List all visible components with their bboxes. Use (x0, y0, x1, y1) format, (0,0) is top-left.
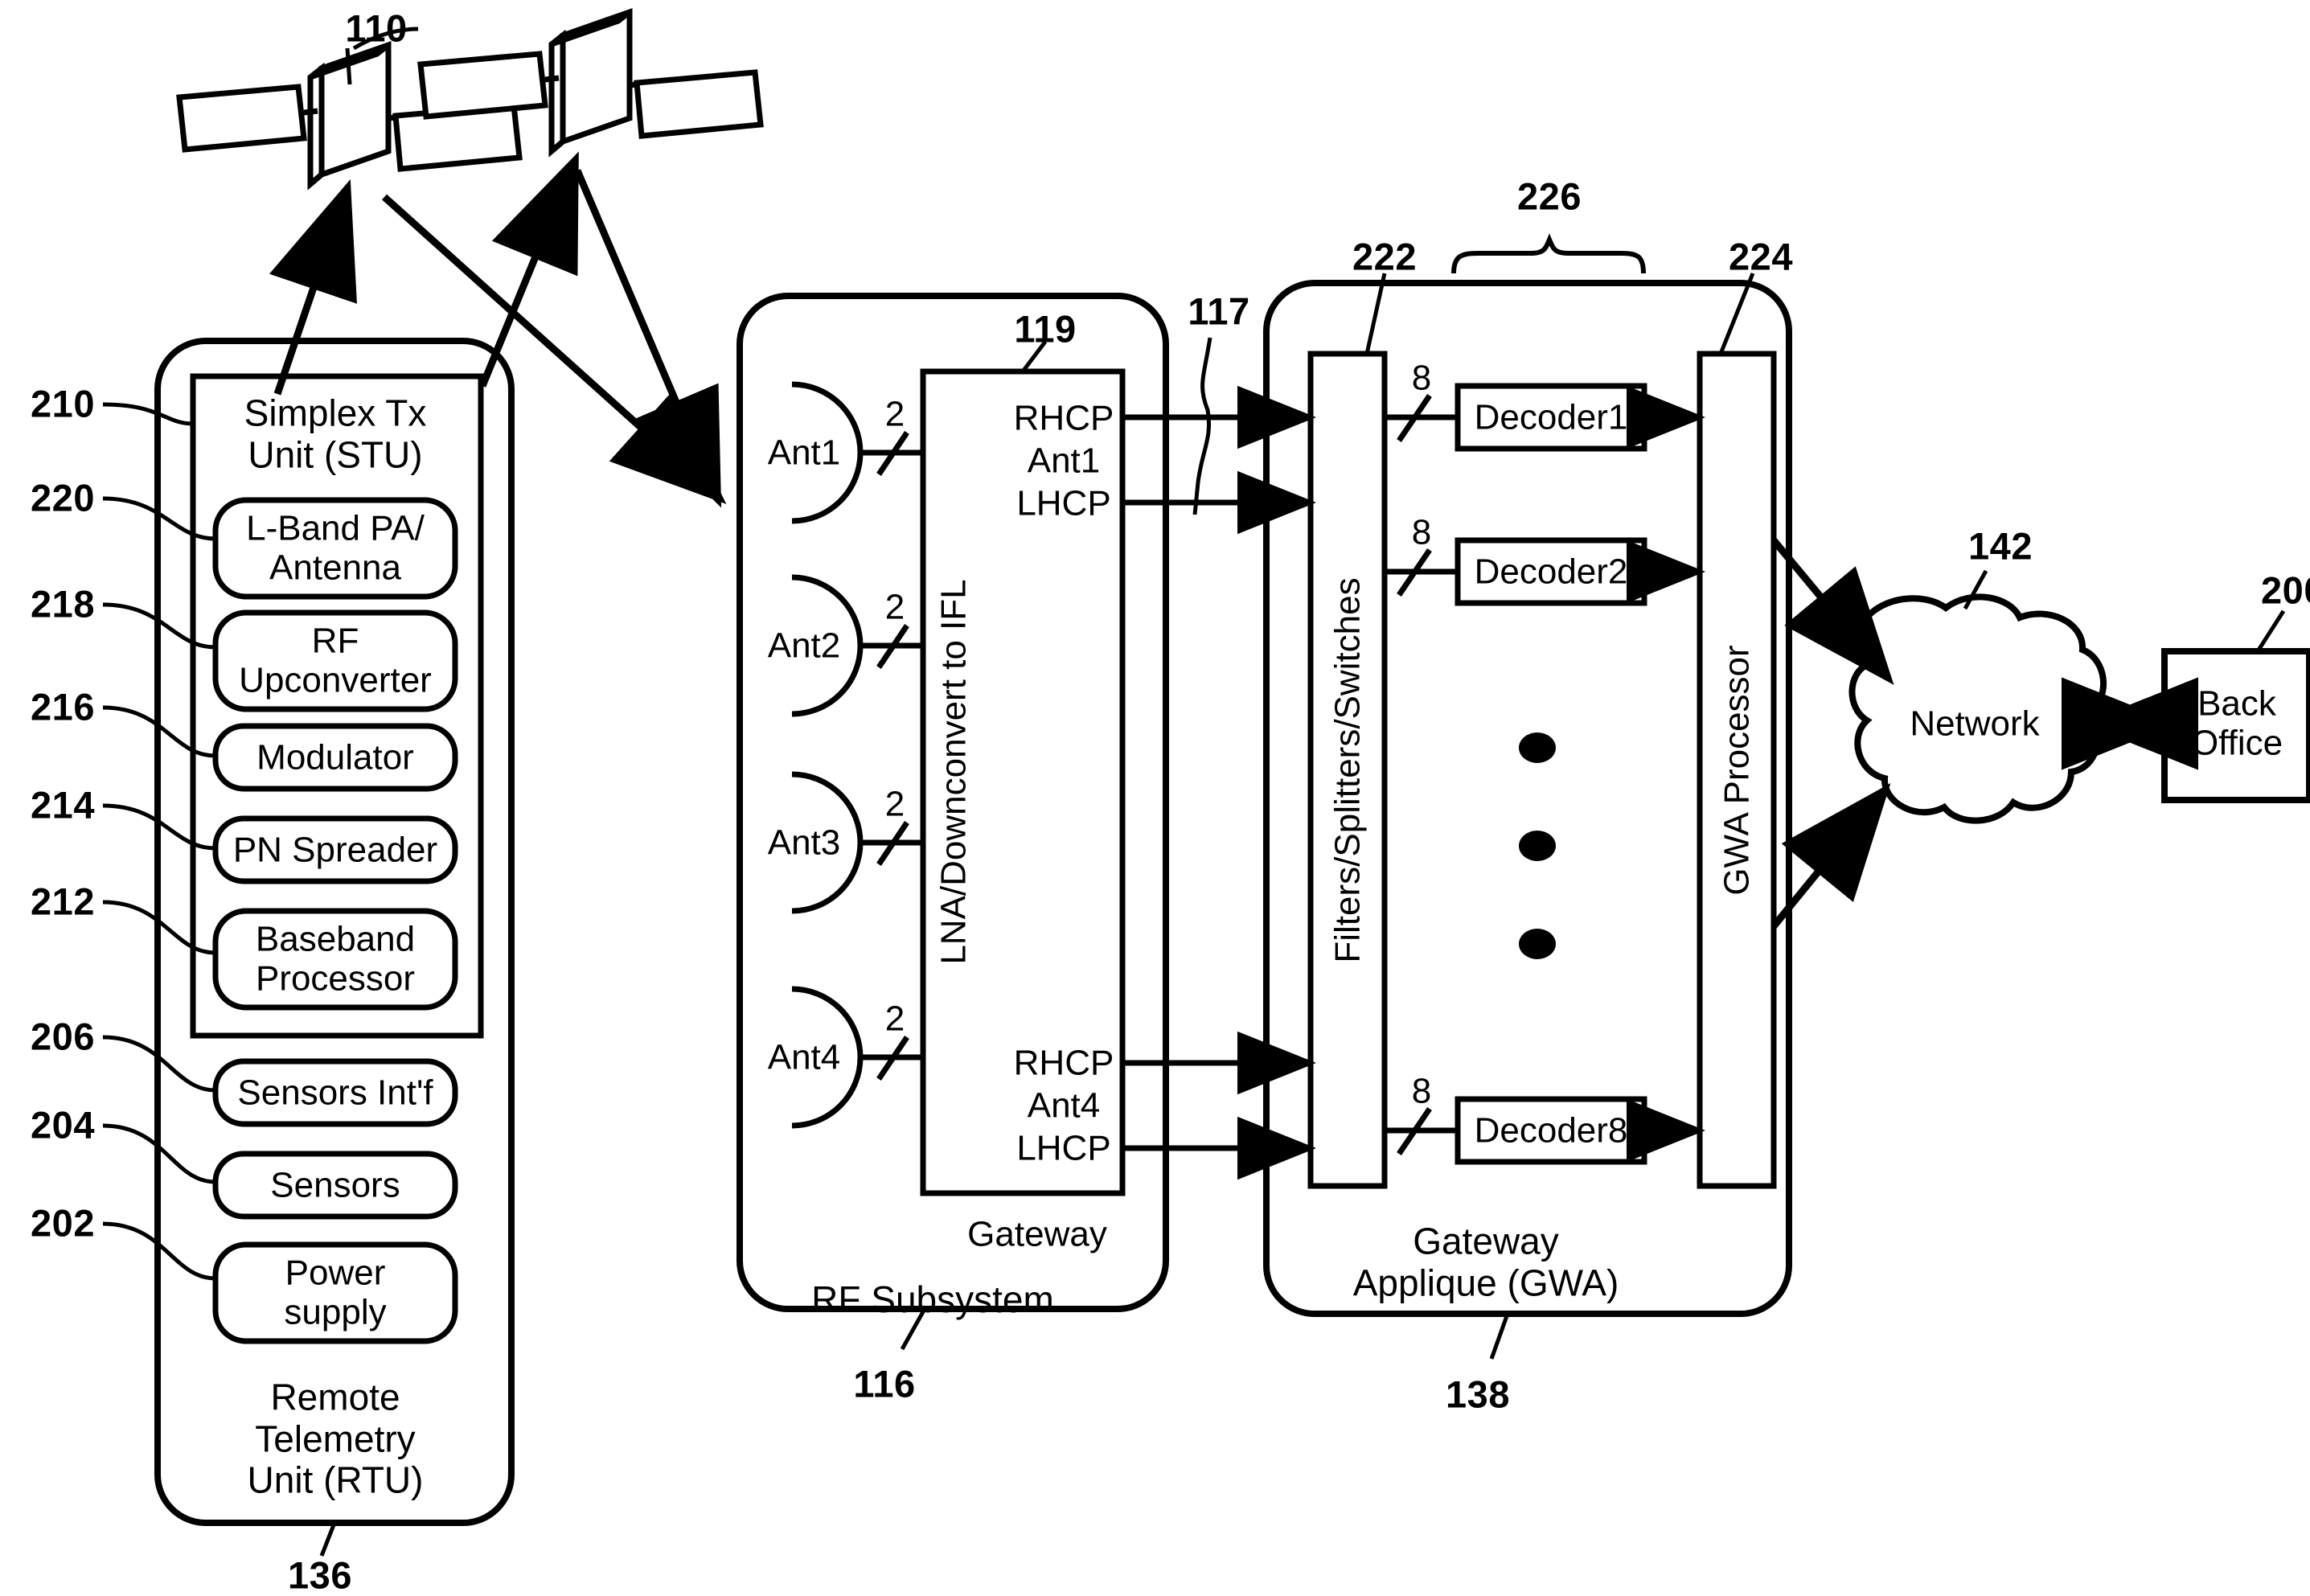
ref-218: 218 (31, 582, 95, 626)
network-label: Network (1910, 704, 2040, 744)
port-ant1-mid: Ant1 (1027, 441, 1101, 481)
back-office-label: Back Office (2190, 683, 2283, 763)
ref-119: 119 (1014, 307, 1077, 351)
antenna-label-ant3: Ant3 (767, 823, 841, 863)
antenna-label-ant4: Ant4 (767, 1037, 841, 1077)
ref-222: 222 (1352, 235, 1417, 278)
block-label-sensors: Sensors (270, 1165, 400, 1205)
decoder1-label: Decoder1 (1474, 397, 1628, 437)
ref-110: 110 (345, 6, 408, 50)
leader-136 (319, 1522, 337, 1557)
antenna-label-ant1: Ant1 (767, 433, 841, 473)
block-label-l-band-pa: L-Band PA/ Antenna (246, 508, 425, 588)
ref-117: 117 (1188, 289, 1250, 333)
decoder2-label: Decoder2 (1474, 552, 1628, 592)
gateway-caption: Gateway (967, 1214, 1107, 1254)
bus-count-decoder1: 8 (1411, 358, 1432, 398)
ref-204: 204 (31, 1103, 95, 1147)
ref-216: 216 (31, 685, 95, 728)
block-label-sensors-intf: Sensors Int'f (237, 1073, 433, 1113)
ref-226: 226 (1517, 174, 1582, 218)
bus-count-ant1: 2 (884, 394, 905, 434)
brace-226 (1451, 233, 1646, 274)
gwa-title: Gateway Applique (GWA) (1352, 1220, 1619, 1303)
ref-200: 200 (2261, 568, 2310, 612)
uplink-arrows (269, 151, 579, 396)
ref-136: 136 (288, 1553, 352, 1596)
block-label-pn-spreader: PN Spreader (232, 830, 438, 870)
block-label-modulator: Modulator (256, 737, 414, 777)
lna-downconvert-label: LNA/Downconvert to IFL (933, 579, 974, 965)
block-label-rf-upconverter: RF Upconverter (239, 621, 432, 700)
filters-splitters-switches-label: Filters/Splitters/Switches (1327, 577, 1368, 963)
ref-214: 214 (31, 783, 95, 827)
port-rhcp-ant1-top: RHCP (1013, 398, 1114, 438)
port-rhcp-ant4-top: RHCP (1013, 1043, 1114, 1083)
port-ant4-mid: Ant4 (1027, 1085, 1101, 1126)
decoder-output-lines (1627, 385, 1705, 1163)
rtu-title: Remote Telemetry Unit (RTU) (247, 1376, 424, 1501)
ref-142: 142 (1968, 524, 2033, 568)
ref-224: 224 (1729, 235, 1793, 278)
bus-count-ant3: 2 (884, 784, 905, 824)
diagram-canvas (102, 8, 2310, 1557)
decoder-input-lines (1385, 394, 1458, 1155)
block-label-power-supply: Power supply (284, 1253, 387, 1332)
gwa-processor-label: GWA Processor (1717, 645, 1757, 896)
ref-212: 212 (31, 880, 95, 923)
decoder8-label: Decoder8 (1474, 1110, 1628, 1151)
bus-count-decoder2: 8 (1411, 512, 1432, 552)
ref-116: 116 (853, 1362, 916, 1405)
ref-138: 138 (1446, 1372, 1510, 1416)
ref-220: 220 (31, 476, 95, 519)
bus-count-decoder8: 8 (1411, 1071, 1432, 1111)
ifl-lines (1122, 385, 1316, 1180)
leader-138 (1489, 1313, 1510, 1360)
port-lhcp-ant4-bot: LHCP (1016, 1128, 1111, 1168)
rf-subsystem-title: RF Subsystem (811, 1278, 1054, 1321)
patent-figure: 110 210 220 218 216 214 212 206 204 202 … (0, 0, 2310, 1596)
ref-202: 202 (31, 1201, 95, 1245)
bus-count-ant2: 2 (884, 587, 905, 627)
ellipsis-dots (1519, 732, 1556, 959)
block-label-baseband-processor: Baseband Processor (255, 919, 416, 999)
leader-200 (2255, 609, 2286, 653)
leader-117 (1192, 337, 1212, 515)
stu-title: Simplex Tx Unit (STU) (244, 392, 427, 475)
antenna-label-ant2: Ant2 (767, 626, 841, 666)
ref-210: 210 (31, 382, 95, 425)
port-lhcp-ant1-bot: LHCP (1016, 483, 1111, 523)
bus-count-ant4: 2 (884, 999, 905, 1039)
ref-206: 206 (31, 1015, 95, 1058)
